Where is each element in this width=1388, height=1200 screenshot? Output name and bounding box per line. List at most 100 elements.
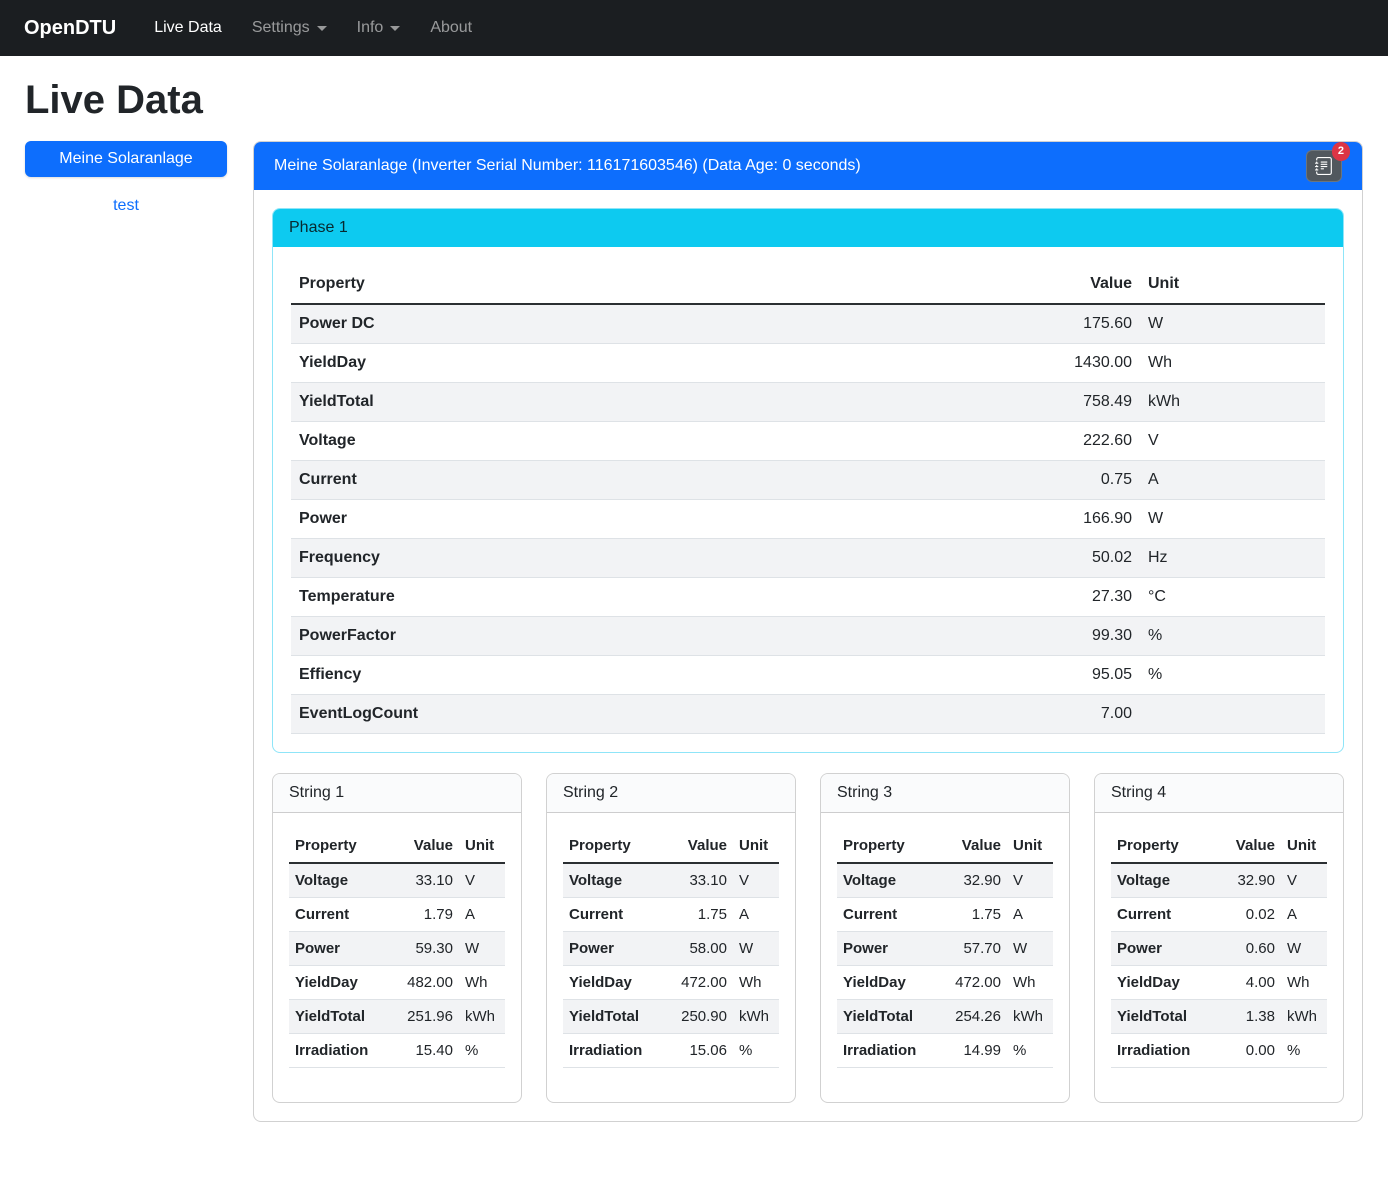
string-table-body: Voltage 33.10 V Current 1.79 A Power 59.… — [289, 863, 505, 1068]
table-header-row: Property Value Unit — [837, 829, 1053, 863]
row-property: Power — [289, 932, 397, 966]
row-value: 0.00 — [1219, 1034, 1281, 1068]
row-value: 472.00 — [671, 966, 733, 1000]
row-unit: W — [1140, 304, 1325, 344]
table-row: Current 1.79 A — [289, 898, 505, 932]
row-value: 0.75 — [1020, 461, 1140, 500]
row-unit: V — [1140, 422, 1325, 461]
inverter-card-header: Meine Solaranlage (Inverter Serial Numbe… — [254, 142, 1362, 190]
column-header-unit: Unit — [459, 829, 505, 863]
row-unit: W — [1281, 932, 1327, 966]
row-unit: % — [1007, 1034, 1053, 1068]
row-value: 27.30 — [1020, 578, 1140, 617]
row-unit: Hz — [1140, 539, 1325, 578]
row-property: YieldDay — [1111, 966, 1219, 1000]
row-value: 15.40 — [397, 1034, 459, 1068]
column-header-value: Value — [945, 829, 1007, 863]
row-property: Irradiation — [1111, 1034, 1219, 1068]
column-header-value: Value — [671, 829, 733, 863]
nav-item-live-data[interactable]: Live Data — [142, 11, 234, 45]
row-unit: % — [1140, 656, 1325, 695]
row-property: Voltage — [289, 863, 397, 898]
row-property: Current — [563, 898, 671, 932]
row-unit: V — [1281, 863, 1327, 898]
phase-card: Phase 1 Property Value Unit Power DC — [272, 208, 1344, 753]
row-property: Voltage — [1111, 863, 1219, 898]
row-unit: °C — [1140, 578, 1325, 617]
column-header-value: Value — [1219, 829, 1281, 863]
row-value: 57.70 — [945, 932, 1007, 966]
row-value: 32.90 — [1219, 863, 1281, 898]
table-row: Current 0.02 A — [1111, 898, 1327, 932]
row-property: Current — [1111, 898, 1219, 932]
row-unit: kWh — [1007, 1000, 1053, 1034]
column-header-property: Property — [837, 829, 945, 863]
column-header-unit: Unit — [1140, 265, 1325, 304]
inverter-select-button[interactable]: Meine Solaranlage — [25, 141, 227, 177]
row-value: 222.60 — [1020, 422, 1140, 461]
table-row: Voltage 32.90 V — [1111, 863, 1327, 898]
row-property: Power — [291, 500, 1020, 539]
row-value: 15.06 — [671, 1034, 733, 1068]
row-value: 166.90 — [1020, 500, 1140, 539]
string-table: Property Value Unit Voltage 33.10 V Curr… — [289, 829, 505, 1068]
table-row: Current 1.75 A — [563, 898, 779, 932]
row-property: YieldTotal — [291, 383, 1020, 422]
table-row: YieldDay 482.00 Wh — [289, 966, 505, 1000]
strings-row: String 1 Property Value Unit Voltage 33.… — [272, 773, 1344, 1103]
inverter-select-test-link[interactable]: test — [25, 197, 227, 215]
row-value: 758.49 — [1020, 383, 1140, 422]
inverter-card: Meine Solaranlage (Inverter Serial Numbe… — [253, 141, 1363, 1122]
row-value: 32.90 — [945, 863, 1007, 898]
row-value: 50.02 — [1020, 539, 1140, 578]
table-row: Irradiation 15.06 % — [563, 1034, 779, 1068]
row-unit: kWh — [1140, 383, 1325, 422]
string-card-title: String 2 — [547, 774, 795, 813]
string-card-title: String 1 — [273, 774, 521, 813]
row-value: 1430.00 — [1020, 344, 1140, 383]
row-property: Power — [837, 932, 945, 966]
string-card-body: Property Value Unit Voltage 33.10 V Curr… — [547, 813, 795, 1102]
table-header-row: Property Value Unit — [1111, 829, 1327, 863]
row-unit: Wh — [1281, 966, 1327, 1000]
table-row: Current 1.75 A — [837, 898, 1053, 932]
sidebar: Meine Solaranlage test — [25, 141, 227, 215]
row-property: Power — [1111, 932, 1219, 966]
journal-text-icon — [1315, 157, 1333, 175]
column-header-unit: Unit — [1007, 829, 1053, 863]
phase-card-body: Property Value Unit Power DC 175.60 W Yi… — [273, 247, 1343, 752]
row-property: Effiency — [291, 656, 1020, 695]
nav-item-settings[interactable]: Settings — [240, 11, 339, 45]
table-row: Frequency 50.02 Hz — [291, 539, 1325, 578]
string-table: Property Value Unit Voltage 32.90 V Curr… — [1111, 829, 1327, 1068]
row-unit: A — [733, 898, 779, 932]
table-row: Current 0.75 A — [291, 461, 1325, 500]
row-unit: kWh — [459, 1000, 505, 1034]
row-property: Current — [291, 461, 1020, 500]
row-unit: W — [459, 932, 505, 966]
table-row: Irradiation 15.40 % — [289, 1034, 505, 1068]
row-value: 33.10 — [397, 863, 459, 898]
row-unit: % — [1281, 1034, 1327, 1068]
row-unit: W — [733, 932, 779, 966]
row-value: 1.79 — [397, 898, 459, 932]
row-unit: % — [459, 1034, 505, 1068]
row-value: 59.30 — [397, 932, 459, 966]
row-property: Voltage — [837, 863, 945, 898]
column-header-unit: Unit — [733, 829, 779, 863]
row-value: 0.60 — [1219, 932, 1281, 966]
row-unit: A — [1140, 461, 1325, 500]
table-row: Voltage 222.60 V — [291, 422, 1325, 461]
table-row: Temperature 27.30 °C — [291, 578, 1325, 617]
nav-item-about[interactable]: About — [418, 11, 484, 45]
navbar-brand[interactable]: OpenDTU — [24, 17, 116, 40]
table-row: Power 58.00 W — [563, 932, 779, 966]
row-unit — [1140, 695, 1325, 734]
eventlog-count-badge[interactable]: 2 — [1332, 142, 1350, 161]
row-unit: V — [459, 863, 505, 898]
nav-item-info[interactable]: Info — [345, 11, 413, 45]
phase-table-body: Power DC 175.60 W YieldDay 1430.00 Wh Yi… — [291, 304, 1325, 734]
column-header-property: Property — [1111, 829, 1219, 863]
row-property: YieldDay — [291, 344, 1020, 383]
row-unit: Wh — [1140, 344, 1325, 383]
